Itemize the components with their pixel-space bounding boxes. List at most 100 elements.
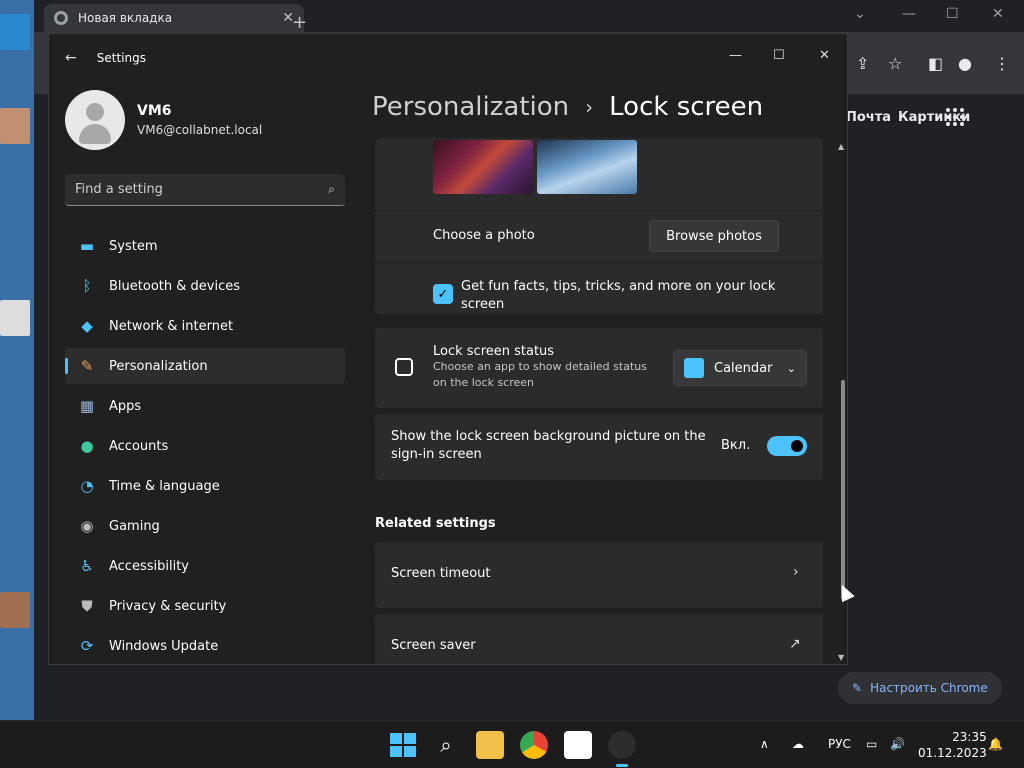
pencil-icon: ✎ xyxy=(852,681,863,695)
recent-image[interactable] xyxy=(537,140,637,194)
sidebar-item-label: Windows Update xyxy=(109,638,219,654)
page-title: Lock screen xyxy=(609,92,764,122)
share-icon[interactable]: ⇪ xyxy=(856,54,869,73)
network-off-icon[interactable]: ☁ xyxy=(792,737,804,751)
minimize-icon[interactable]: — xyxy=(902,6,916,22)
sidebar-item-label: Time & language xyxy=(109,478,220,494)
sidebar-item-privacy-security[interactable]: ⛊ Privacy & security xyxy=(65,588,345,624)
maximize-icon[interactable]: ☐ xyxy=(773,48,785,63)
start-icon[interactable] xyxy=(388,731,416,759)
language-indicator[interactable]: РУС xyxy=(828,737,851,751)
search-placeholder: Find a setting xyxy=(75,182,163,197)
sidebar-item-apps[interactable]: ▦ Apps xyxy=(65,388,345,424)
desktop-icon[interactable] xyxy=(0,592,36,628)
sidebar-item-gaming[interactable]: ◉ Gaming xyxy=(65,508,345,544)
related-settings-header: Related settings xyxy=(375,516,496,531)
monitor-icon: ▬ xyxy=(79,237,95,255)
sidebar-item-network-internet[interactable]: ◆ Network & internet xyxy=(65,308,345,344)
google-apps-icon[interactable] xyxy=(946,108,964,126)
close-icon[interactable]: ✕ xyxy=(819,48,830,63)
chevron-down-icon[interactable]: ⌄ xyxy=(854,6,866,22)
sidebar-item-label: System xyxy=(109,238,158,254)
choose-photo-label: Choose a photo xyxy=(433,228,535,243)
sidebar-item-accounts[interactable]: ● Accounts xyxy=(65,428,345,464)
search-icon[interactable]: ⌕ xyxy=(432,731,460,759)
browse-photos-button[interactable]: Browse photos xyxy=(649,220,779,252)
customize-chrome-label: Настроить Chrome xyxy=(870,681,988,695)
desktop-icon[interactable] xyxy=(0,108,36,144)
accessibility-icon: ♿ xyxy=(80,557,94,575)
sidebar-item-label: Privacy & security xyxy=(109,598,227,614)
time: 23:35 xyxy=(952,730,987,744)
fun-facts-label: Get fun facts, tips, tricks, and more on… xyxy=(461,279,776,312)
back-arrow-icon[interactable]: ← xyxy=(65,50,77,66)
toggle-state-label: Вкл. xyxy=(721,438,751,453)
chrome-icon[interactable] xyxy=(520,731,548,759)
screen-timeout-label: Screen timeout xyxy=(391,566,491,581)
signin-background-label: Show the lock screen background picture … xyxy=(391,429,706,462)
user-profile[interactable]: VM6 VM6@collabnet.local xyxy=(65,90,262,150)
sidebar-item-label: Gaming xyxy=(109,518,160,534)
scroll-down-icon[interactable]: ▼ xyxy=(838,653,844,662)
fun-facts-checkbox[interactable]: ✓ xyxy=(433,284,453,304)
close-icon[interactable]: ✕ xyxy=(992,6,1004,22)
side-panel-icon[interactable]: ◧ xyxy=(928,54,943,73)
sidebar-item-accessibility[interactable]: ♿ Accessibility xyxy=(65,548,345,584)
minimize-icon[interactable]: — xyxy=(729,48,742,63)
sidebar-item-label: Accessibility xyxy=(109,558,189,574)
sidebar-item-system[interactable]: ▬ System xyxy=(65,228,345,264)
chrome-tab[interactable]: Новая вкладка ✕ xyxy=(44,4,304,32)
scroll-up-icon[interactable]: ▲ xyxy=(838,142,844,151)
signin-background-toggle[interactable] xyxy=(767,436,807,456)
desktop-icon[interactable] xyxy=(0,14,36,50)
lock-status-dropdown[interactable]: Calendar ⌄ xyxy=(673,350,807,386)
external-link-icon: ↗ xyxy=(789,636,801,652)
display-icon[interactable]: ▭ xyxy=(866,737,877,751)
sidebar-item-windows-update[interactable]: ⟳ Windows Update xyxy=(65,628,345,664)
new-tab-icon[interactable]: + xyxy=(292,12,307,33)
store-icon[interactable] xyxy=(564,731,592,759)
chevron-right-icon: › xyxy=(585,95,594,119)
chevron-up-icon[interactable]: ∧ xyxy=(760,737,769,751)
chrome-favicon-icon xyxy=(54,11,68,25)
file-explorer-icon[interactable] xyxy=(476,731,504,759)
shield-icon: ⛊ xyxy=(81,597,93,615)
person-icon: ● xyxy=(80,437,94,455)
volume-icon[interactable]: 🔊 xyxy=(890,737,905,751)
chrome-tabbar: Новая вкладка ✕ + ⌄ — ☐ ✕ xyxy=(34,0,1024,33)
lock-status-title: Lock screen status xyxy=(433,344,555,359)
customize-chrome-button[interactable]: ✎ Настроить Chrome xyxy=(838,672,1002,704)
recent-image[interactable] xyxy=(433,140,533,194)
maximize-icon[interactable]: ☐ xyxy=(946,6,959,22)
screen-saver-label: Screen saver xyxy=(391,638,476,653)
desktop-icon[interactable] xyxy=(0,300,36,336)
chevron-down-icon: ⌄ xyxy=(786,361,796,375)
settings-icon[interactable] xyxy=(608,731,636,767)
screen-saver-row[interactable]: Screen saver ↗ xyxy=(375,614,823,664)
scrollbar-thumb[interactable] xyxy=(841,380,845,600)
sidebar-item-label: Network & internet xyxy=(109,318,234,334)
calendar-icon xyxy=(684,358,704,378)
menu-icon[interactable]: ⋮ xyxy=(994,54,1010,73)
chevron-right-icon: › xyxy=(793,564,799,580)
breadcrumb-parent[interactable]: Personalization xyxy=(372,92,569,122)
search-input[interactable]: Find a setting ⌕ xyxy=(65,174,345,206)
notification-bell-icon[interactable]: 🔔 xyxy=(988,737,1003,751)
date: 01.12.2023 xyxy=(918,746,987,760)
avatar xyxy=(65,90,125,150)
apps-icon: ▦ xyxy=(79,397,95,415)
wifi-icon: ◆ xyxy=(81,317,93,335)
sidebar-item-bluetooth-devices[interactable]: ᛒ Bluetooth & devices xyxy=(65,268,345,304)
sidebar-item-personalization[interactable]: ✎ Personalization xyxy=(65,348,345,384)
settings-window-title: Settings xyxy=(96,51,146,65)
star-icon[interactable]: ☆ xyxy=(888,54,902,73)
mail-link[interactable]: Почта xyxy=(846,110,891,125)
profile-icon[interactable]: ● xyxy=(958,54,972,73)
signin-background-card: Show the lock screen background picture … xyxy=(375,414,823,480)
chrome-tab-title: Новая вкладка xyxy=(78,11,173,25)
clock[interactable]: 23:35 01.12.2023 xyxy=(918,729,987,761)
sidebar-item-time-language[interactable]: ◔ Time & language xyxy=(65,468,345,504)
brush-icon: ✎ xyxy=(80,357,94,375)
user-email: VM6@collabnet.local xyxy=(137,123,263,137)
screen-timeout-row[interactable]: Screen timeout › xyxy=(375,542,823,608)
